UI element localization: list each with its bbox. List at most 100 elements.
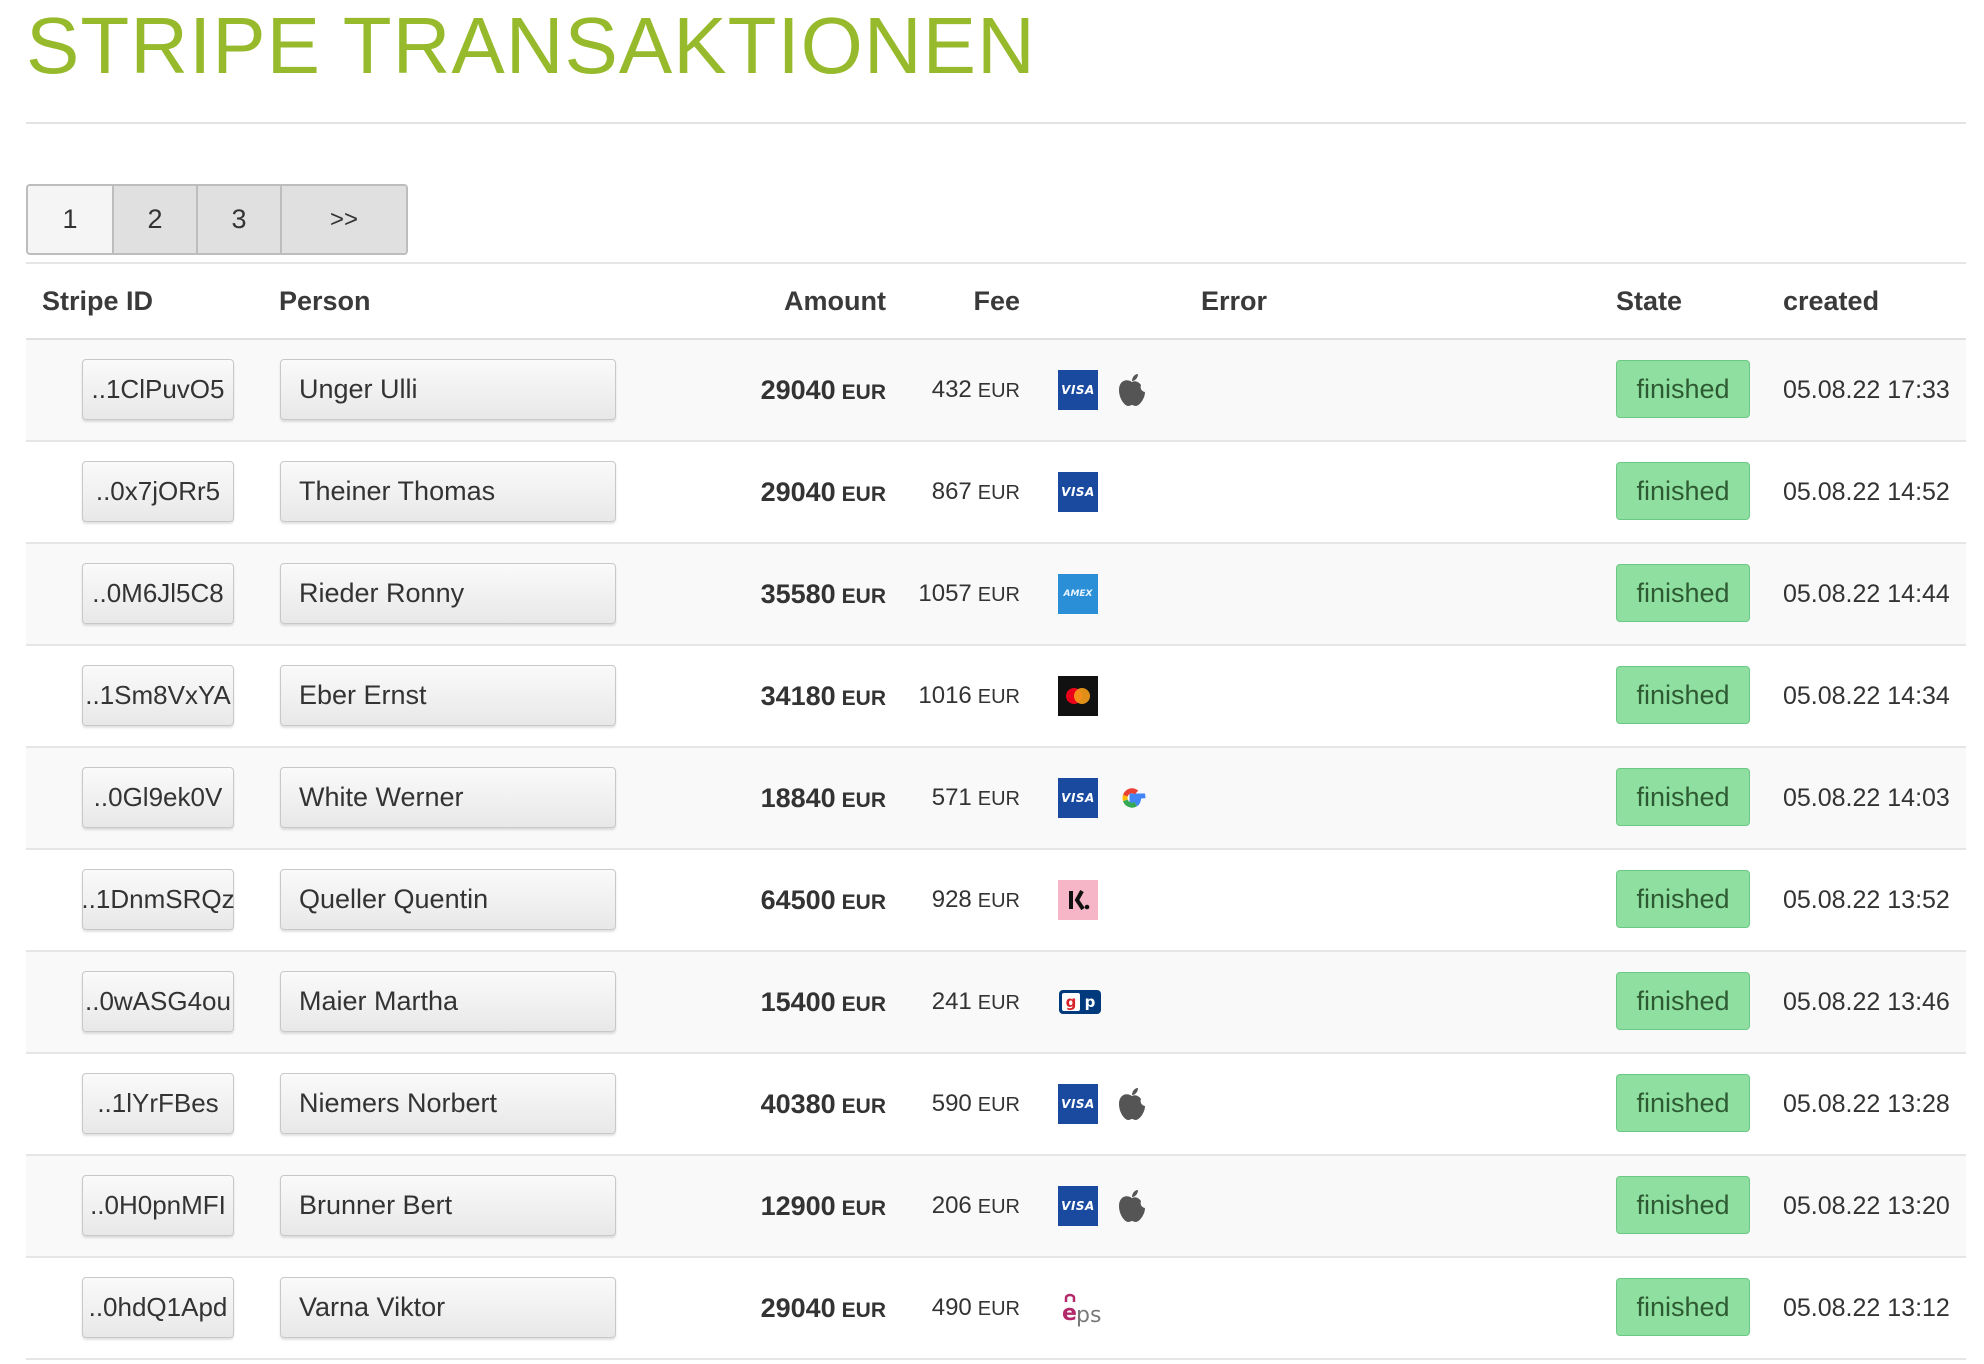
amount-value: 34180 xyxy=(760,681,836,711)
created-date: 05.08.22 14:52 xyxy=(1783,478,1950,506)
table-header: Stripe ID Person Amount Fee Error State … xyxy=(26,262,1966,340)
stripe-id-button[interactable]: ..0M6Jl5C8 xyxy=(82,563,234,624)
amount-cell: 29040 EUR xyxy=(761,1258,886,1358)
amount-value: 12900 xyxy=(760,1191,836,1221)
page-3-button[interactable]: 3 xyxy=(196,186,280,253)
person-button[interactable]: White Werner xyxy=(280,767,616,828)
table-row: ..0x7jORr5 Theiner Thomas 29040 EUR 867 EU… xyxy=(26,442,1966,544)
person-button[interactable]: Theiner Thomas xyxy=(280,461,616,522)
amount-currency: EUR xyxy=(841,1197,886,1220)
created-date: 05.08.22 14:03 xyxy=(1783,784,1950,812)
table-row: ..1lYrFBes Niemers Norbert 40380 EUR 590 E… xyxy=(26,1054,1966,1156)
state-badge: finished xyxy=(1616,1074,1750,1132)
amount-cell: 15400 EUR xyxy=(761,952,886,1052)
person-button[interactable]: Brunner Bert xyxy=(280,1175,616,1236)
table-row: ..0H0pnMFI Brunner Bert 12900 EUR 206 EUR … xyxy=(26,1156,1966,1258)
header-person[interactable]: Person xyxy=(279,264,371,338)
payment-methods: gp xyxy=(1058,981,1102,1023)
stripe-id-button[interactable]: ..0Gl9ek0V xyxy=(82,767,234,828)
fee-cell: 490 EUR xyxy=(932,1258,1020,1358)
fee-currency: EUR xyxy=(977,584,1020,606)
table-row: ..0wASG4ou Maier Martha 15400 EUR 241 EUR … xyxy=(26,952,1966,1054)
svg-text:p: p xyxy=(1085,993,1096,1011)
fee-value: 1016 xyxy=(918,682,972,709)
amount-currency: EUR xyxy=(841,483,886,506)
fee-cell: 1057 EUR xyxy=(918,544,1020,644)
visa-icon: VISA xyxy=(1058,472,1098,512)
person-button[interactable]: Niemers Norbert xyxy=(280,1073,616,1134)
transactions-table: Stripe ID Person Amount Fee Error State … xyxy=(26,262,1966,1360)
amount-currency: EUR xyxy=(841,1299,886,1322)
page-2-button[interactable]: 2 xyxy=(112,186,196,253)
created-date: 05.08.22 13:46 xyxy=(1783,988,1950,1016)
state-badge: finished xyxy=(1616,870,1750,928)
stripe-id-button[interactable]: ..1DnmSRQz xyxy=(81,869,235,930)
fee-currency: EUR xyxy=(977,1298,1020,1320)
apple-pay-icon xyxy=(1116,372,1148,408)
fee-value: 432 xyxy=(931,376,972,403)
state-badge: finished xyxy=(1616,564,1750,622)
amount-value: 29040 xyxy=(760,477,836,507)
stripe-id-button[interactable]: ..0x7jORr5 xyxy=(82,461,234,522)
fee-cell: 928 EUR xyxy=(932,850,1020,950)
amount-value: 18840 xyxy=(760,783,836,813)
payment-methods: VISA xyxy=(1058,471,1098,513)
person-button[interactable]: Eber Ernst xyxy=(280,665,616,726)
header-amount[interactable]: Amount xyxy=(784,264,886,338)
stripe-id-button[interactable]: ..1Sm8VxYA xyxy=(82,665,234,726)
fee-value: 867 xyxy=(931,478,972,505)
visa-icon: VISA xyxy=(1058,1084,1098,1124)
amount-currency: EUR xyxy=(841,585,886,608)
payment-methods: VISA xyxy=(1058,777,1148,819)
created-date: 05.08.22 13:12 xyxy=(1783,1294,1950,1322)
eps-icon: e ps xyxy=(1058,1288,1114,1328)
table-body: ..1ClPuvO5 Unger Ulli 29040 EUR 432 EUR VI… xyxy=(26,340,1966,1360)
pagination: 1 2 3 >> xyxy=(26,184,408,255)
visa-icon: VISA xyxy=(1058,370,1098,410)
created-date: 05.08.22 13:52 xyxy=(1783,886,1950,914)
page-title: STRIPE TRANSAKTIONEN xyxy=(26,1,1036,90)
google-pay-icon xyxy=(1116,782,1148,814)
stripe-id-button[interactable]: ..0H0pnMFI xyxy=(82,1175,234,1236)
fee-cell: 241 EUR xyxy=(932,952,1020,1052)
header-error[interactable]: Error xyxy=(1201,264,1267,338)
fee-currency: EUR xyxy=(977,482,1020,504)
next-page-button[interactable]: >> xyxy=(280,186,406,253)
created-date: 05.08.22 13:20 xyxy=(1783,1192,1950,1220)
person-button[interactable]: Rieder Ronny xyxy=(280,563,616,624)
stripe-id-button[interactable]: ..0hdQ1Apd xyxy=(82,1277,234,1338)
fee-cell: 867 EUR xyxy=(932,442,1020,542)
amount-value: 35580 xyxy=(760,579,836,609)
header-stripe-id[interactable]: Stripe ID xyxy=(42,264,153,338)
person-button[interactable]: Queller Quentin xyxy=(280,869,616,930)
fee-value: 490 xyxy=(931,1294,972,1321)
payment-methods xyxy=(1058,675,1098,717)
payment-methods: AMEX xyxy=(1058,573,1098,615)
visa-icon: VISA xyxy=(1058,778,1098,818)
amount-currency: EUR xyxy=(841,891,886,914)
amex-icon: AMEX xyxy=(1058,574,1098,614)
amount-currency: EUR xyxy=(841,789,886,812)
header-state[interactable]: State xyxy=(1616,264,1682,338)
person-button[interactable]: Maier Martha xyxy=(280,971,616,1032)
payment-methods: VISA xyxy=(1058,369,1148,411)
page-1-button[interactable]: 1 xyxy=(28,186,112,253)
stripe-id-button[interactable]: ..1lYrFBes xyxy=(82,1073,234,1134)
fee-value: 928 xyxy=(931,886,972,913)
mastercard-icon xyxy=(1058,676,1098,716)
fee-value: 571 xyxy=(931,784,972,811)
title-divider xyxy=(26,122,1966,124)
person-button[interactable]: Varna Viktor xyxy=(280,1277,616,1338)
header-fee[interactable]: Fee xyxy=(973,264,1020,338)
person-button[interactable]: Unger Ulli xyxy=(280,359,616,420)
table-row: ..0hdQ1Apd Varna Viktor 29040 EUR 490 EUR … xyxy=(26,1258,1966,1360)
svg-text:e: e xyxy=(1062,1301,1077,1326)
table-row: ..1DnmSRQz Queller Quentin 64500 EUR 928 E… xyxy=(26,850,1966,952)
amount-value: 40380 xyxy=(760,1089,836,1119)
fee-currency: EUR xyxy=(977,788,1020,810)
stripe-id-button[interactable]: ..1ClPuvO5 xyxy=(82,359,234,420)
header-created[interactable]: created xyxy=(1783,264,1879,338)
stripe-id-button[interactable]: ..0wASG4ou xyxy=(82,971,234,1032)
fee-currency: EUR xyxy=(977,992,1020,1014)
payment-methods: VISA xyxy=(1058,1185,1148,1227)
